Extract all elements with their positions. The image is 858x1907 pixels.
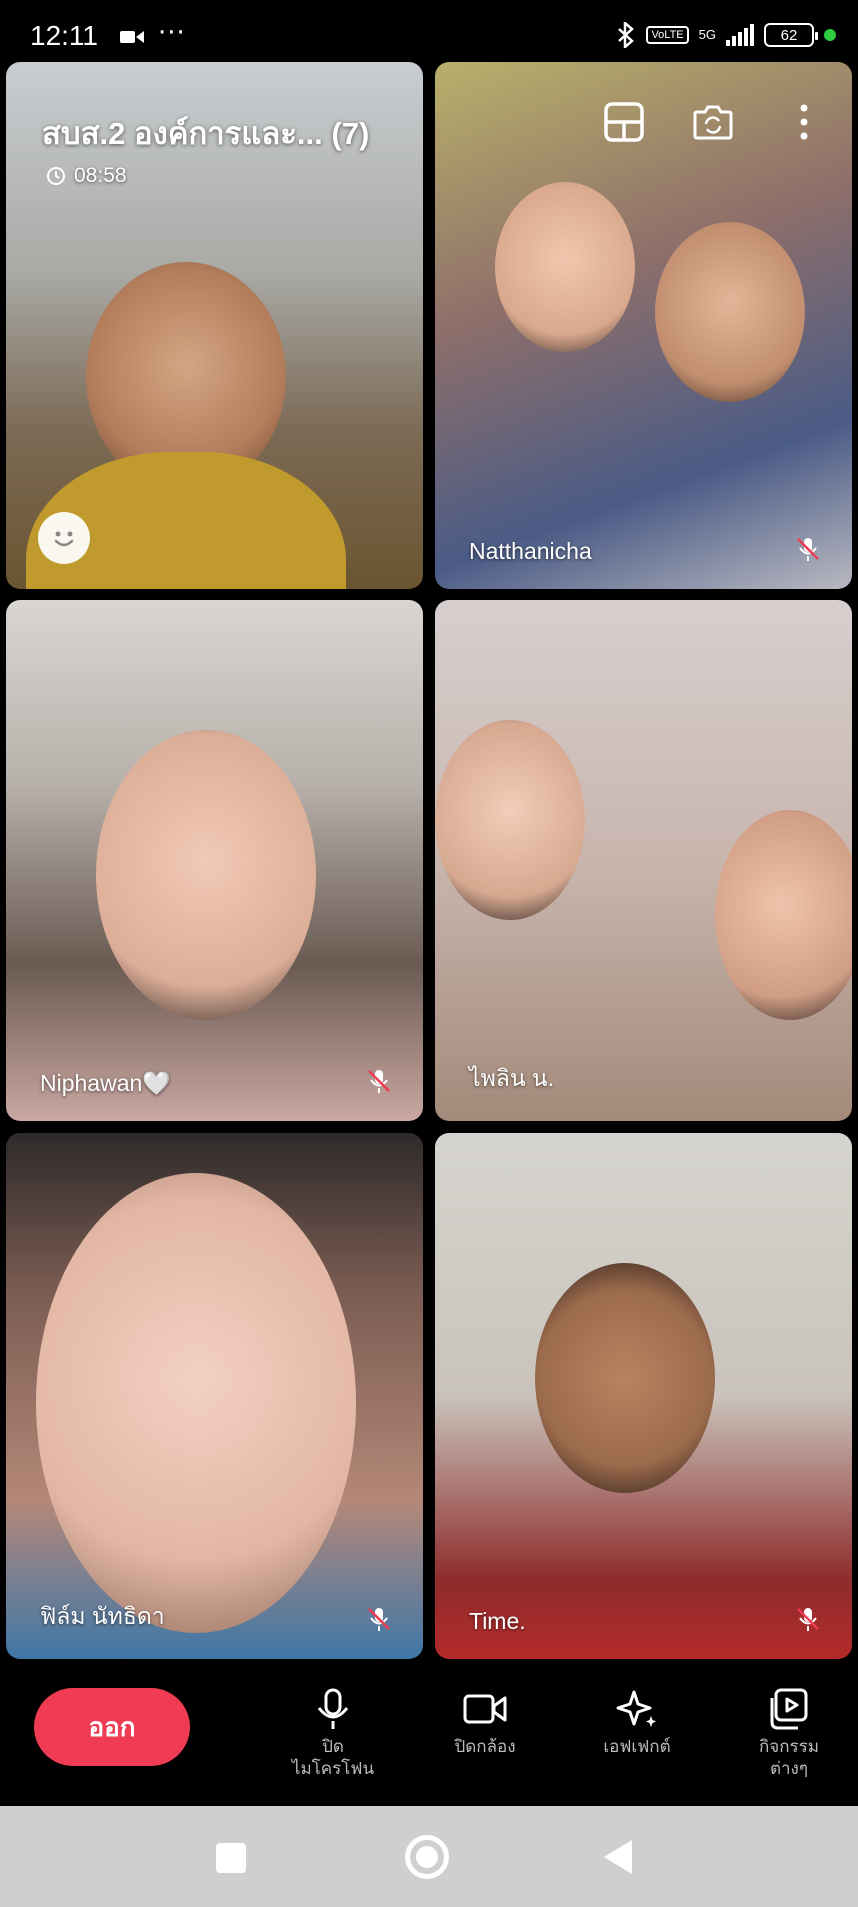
- volte-badge: VoLTE: [646, 26, 689, 44]
- emoji-icon: [54, 531, 74, 547]
- network-type: 5G: [698, 27, 716, 42]
- leave-call-button[interactable]: ออก: [34, 1688, 190, 1766]
- participant-tile[interactable]: Time.: [435, 1133, 852, 1659]
- mic-muted-icon: [368, 1070, 390, 1093]
- mic-muted-icon: [797, 1608, 819, 1631]
- back-icon[interactable]: [604, 1840, 632, 1874]
- participant-name: ไพลิน น.: [469, 1065, 555, 1091]
- signal-icon: [726, 24, 754, 46]
- participant-video: [96, 730, 316, 1020]
- participant-video: [36, 1173, 356, 1633]
- call-title[interactable]: สบส.2 องค์การและ... (7): [42, 108, 369, 158]
- participant-video: [715, 810, 852, 1020]
- home-icon[interactable]: [405, 1835, 449, 1879]
- video-indicator-icon: [120, 31, 144, 43]
- switch-camera-icon[interactable]: [691, 100, 735, 144]
- mute-mic-button[interactable]: ปิด ไมโครโฟน: [268, 1686, 398, 1780]
- clock-icon: [47, 167, 65, 185]
- reaction-button[interactable]: [38, 512, 90, 564]
- call-toolbar: ออก ปิด ไมโครโฟน ปิดกล้อง เอฟเฟกต์ กิจกร…: [0, 1670, 858, 1806]
- camera-off-label: ปิดกล้อง: [454, 1737, 516, 1757]
- more-options-icon[interactable]: [782, 100, 826, 144]
- sparkle-icon: [616, 1690, 656, 1727]
- participant-tile[interactable]: ไพลิน น.: [435, 600, 852, 1121]
- battery-level: 62: [780, 26, 798, 44]
- microphone-icon: [317, 1688, 349, 1729]
- participant-video: [535, 1263, 715, 1493]
- effects-button[interactable]: เอฟเฟกต์: [572, 1686, 702, 1758]
- recent-apps-icon[interactable]: [216, 1843, 246, 1873]
- participant-name: Niphawan🤍: [40, 1070, 171, 1096]
- privacy-indicator-dot: [824, 29, 836, 41]
- participant-name: Natthanicha: [469, 538, 592, 564]
- mic-muted-icon: [368, 1608, 390, 1631]
- bluetooth-icon: [616, 22, 636, 48]
- participant-tile[interactable]: Niphawan🤍: [6, 600, 423, 1121]
- status-time: 12:11: [30, 20, 98, 51]
- system-nav-bar: [0, 1806, 858, 1907]
- layout-icon[interactable]: [602, 100, 646, 144]
- status-more-indicator: ···: [158, 18, 186, 48]
- activities-label: กิจกรรม ต่างๆ: [758, 1737, 819, 1779]
- camera-off-button[interactable]: ปิดกล้อง: [420, 1686, 550, 1758]
- video-camera-icon: [463, 1694, 507, 1724]
- mute-mic-label: ปิด ไมโครโฟน: [291, 1737, 375, 1779]
- effects-label: เอฟเฟกต์: [603, 1737, 671, 1757]
- participant-name: Time.: [469, 1608, 526, 1634]
- activities-icon: [770, 1688, 808, 1730]
- participant-name: ฟิล์ม นัทธิดา: [40, 1603, 165, 1629]
- participant-video: [655, 222, 805, 402]
- participant-video: [435, 720, 585, 920]
- call-timer: 08:58: [46, 164, 127, 188]
- participant-tile[interactable]: ฟิล์ม นัทธิดา: [6, 1133, 423, 1659]
- call-timer-text: 08:58: [74, 164, 127, 187]
- status-bar: 12:11 ··· VoLTE 5G 62: [0, 0, 858, 64]
- battery-icon: 62: [764, 23, 818, 47]
- participant-video: [495, 182, 635, 352]
- activities-button[interactable]: กิจกรรม ต่างๆ: [724, 1686, 854, 1780]
- mic-muted-icon: [797, 538, 819, 561]
